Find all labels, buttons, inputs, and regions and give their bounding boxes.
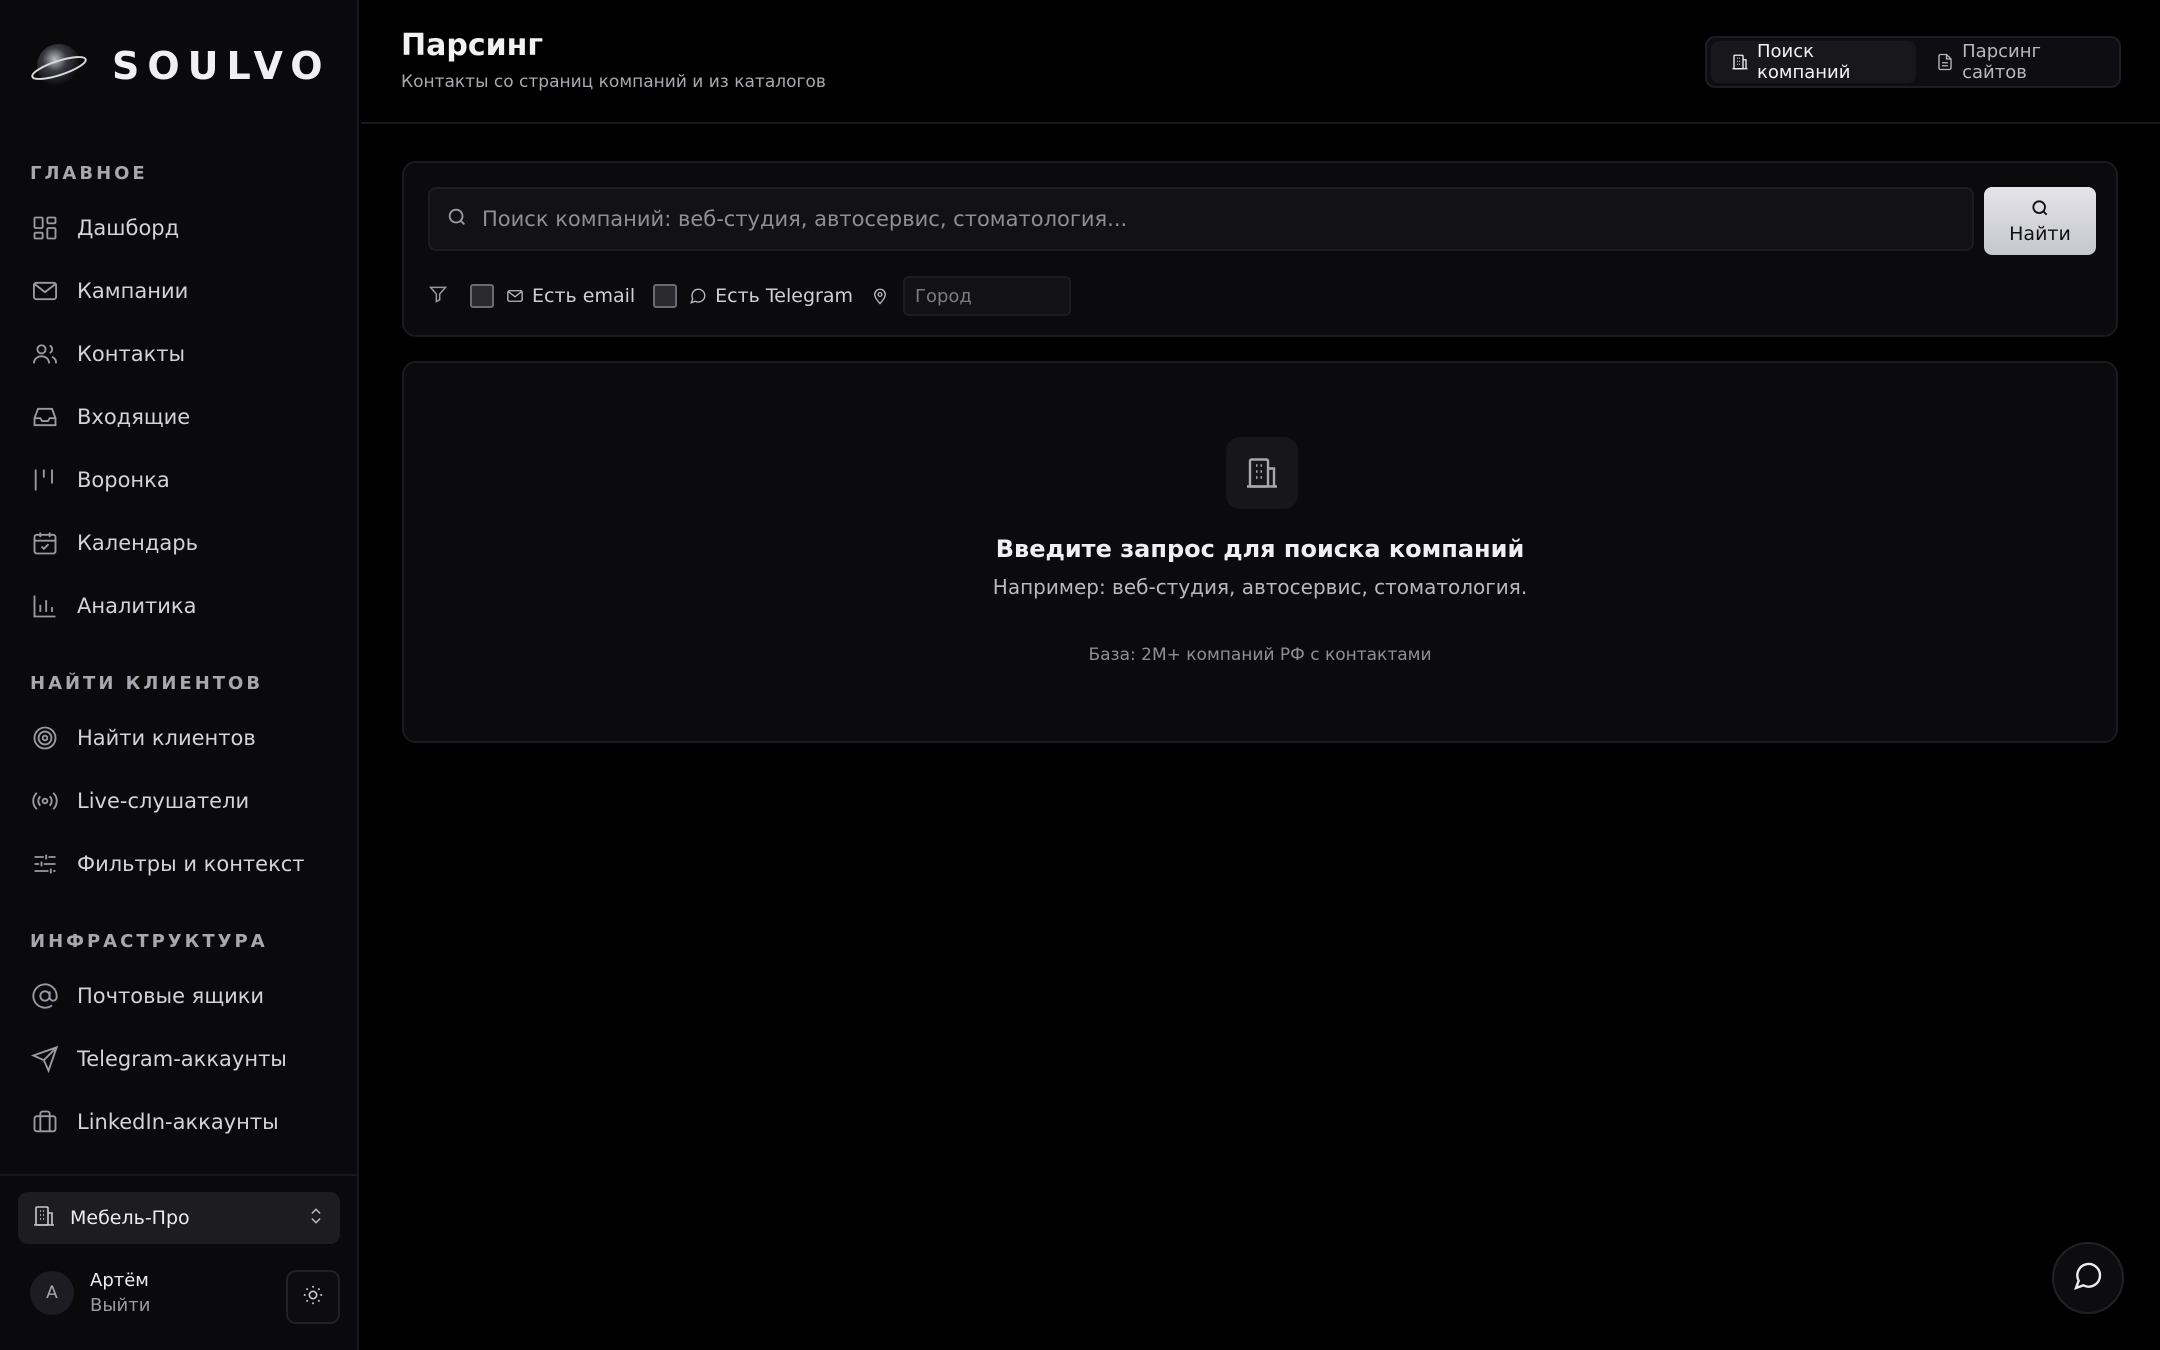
page-header: Парсинг Контакты со страниц компаний и и… [361, 0, 2160, 124]
at-icon [30, 981, 60, 1011]
sidebar-item-funnel[interactable]: Воронка [30, 458, 330, 502]
radio-icon [30, 786, 60, 816]
search-icon [2030, 198, 2050, 223]
building-icon [32, 1204, 56, 1232]
sidebar-item-label: Воронка [77, 468, 170, 492]
company-search-input[interactable] [482, 207, 1932, 231]
workspace-name: Мебель-Про [70, 1207, 190, 1229]
sidebar-item-label: Входящие [77, 405, 191, 429]
sidebar-item-find-clients[interactable]: Найти клиентов [30, 716, 330, 760]
sidebar-item-label: Telegram-аккаунты [77, 1047, 287, 1071]
logo[interactable]: SOULVO [30, 36, 331, 96]
sidebar-item-inbox[interactable]: Входящие [30, 395, 330, 439]
sidebar-item-linkedin-accounts[interactable]: LinkedIn-аккаунты [30, 1100, 330, 1144]
sidebar: SOULVO ГЛАВНОЕ Дашборд Кампании Контакты… [0, 0, 359, 1350]
funnel-icon [30, 465, 60, 495]
sidebar-item-label: Дашборд [77, 216, 180, 240]
sidebar-item-label: Почтовые ящики [77, 984, 265, 1008]
section-title-infrastructure: ИНФРАСТРУКТУРА [30, 931, 268, 952]
tab-label: Поиск компаний [1757, 41, 1851, 83]
sidebar-item-label: Фильтры и контекст [77, 852, 305, 876]
tab-site-parsing[interactable]: Парсинг сайтов [1916, 41, 2115, 83]
theme-toggle-button[interactable] [286, 1270, 340, 1324]
mode-tabs: Поиск компаний Парсинг сайтов [1705, 36, 2121, 88]
mail-icon [506, 287, 524, 305]
map-pin-icon [871, 287, 889, 305]
empty-state-title: Введите запрос для поиска компаний [995, 535, 1525, 563]
sidebar-item-mailboxes[interactable]: Почтовые ящики [30, 974, 330, 1018]
empty-state-note: База: 2M+ компаний РФ с контактами [1088, 645, 1432, 665]
chat-bubble-icon [689, 287, 707, 305]
sidebar-item-label: LinkedIn-аккаунты [77, 1110, 279, 1134]
search-filters: Есть email Есть Telegram [428, 276, 1071, 316]
sidebar-item-telegram-accounts[interactable]: Telegram-аккаунты [30, 1037, 330, 1081]
search-panel: Найти Есть email Есть Telegram [402, 161, 2118, 337]
sidebar-item-dashboard[interactable]: Дашборд [30, 206, 330, 250]
sun-icon [302, 1284, 324, 1310]
chart-icon [30, 591, 60, 621]
filter-icon [428, 284, 448, 308]
sidebar-item-label: Кампании [77, 279, 189, 303]
city-input[interactable] [902, 276, 1071, 316]
section-title-find-clients: НАЙТИ КЛИЕНТОВ [30, 673, 264, 694]
sidebar-item-analytics[interactable]: Аналитика [30, 584, 330, 628]
sidebar-item-calendar[interactable]: Календарь [30, 521, 330, 565]
users-icon [30, 339, 60, 369]
search-icon [446, 206, 468, 232]
sidebar-item-label: Найти клиентов [77, 726, 256, 750]
avatar[interactable]: А [30, 1271, 74, 1315]
inbox-icon [30, 402, 60, 432]
search-box [428, 187, 1974, 251]
chat-bubble-icon [2072, 1260, 2104, 1296]
logout-link[interactable]: Выйти [90, 1295, 150, 1316]
building-icon [1226, 437, 1298, 509]
chevron-updown-icon [306, 1206, 326, 1230]
send-icon [30, 1044, 60, 1074]
user-name: Артём [90, 1270, 149, 1291]
mail-icon [30, 276, 60, 306]
find-button-label: Найти [2009, 222, 2071, 245]
dashboard-icon [30, 213, 60, 243]
sliders-icon [30, 849, 60, 879]
has-email-label: Есть email [532, 285, 636, 307]
brand-name: SOULVO [112, 44, 331, 88]
file-icon [1936, 53, 1954, 71]
sidebar-item-label: Live-слушатели [77, 789, 250, 813]
has-telegram-checkbox[interactable] [653, 284, 678, 308]
section-title-main: ГЛАВНОЕ [30, 163, 148, 184]
has-email-checkbox[interactable] [470, 284, 494, 308]
tab-label: Парсинг сайтов [1962, 41, 2041, 83]
tab-company-search[interactable]: Поиск компаний [1711, 41, 1917, 83]
sidebar-item-filters[interactable]: Фильтры и контекст [30, 842, 330, 886]
sidebar-item-label: Контакты [77, 342, 186, 366]
target-icon [30, 723, 60, 753]
sidebar-footer: Мебель-Про А Артём Выйти [0, 1174, 357, 1350]
page-title: Парсинг [401, 28, 544, 63]
has-telegram-label: Есть Telegram [715, 285, 853, 307]
workspace-switcher[interactable]: Мебель-Про [18, 1192, 340, 1244]
empty-state-subtitle: Например: веб-студия, автосервис, стомат… [992, 575, 1528, 599]
sidebar-item-label: Календарь [77, 531, 198, 555]
sidebar-item-campaigns[interactable]: Кампании [30, 269, 330, 313]
page-subtitle: Контакты со страниц компаний и из катало… [401, 72, 826, 92]
calendar-icon [30, 528, 60, 558]
user-profile: А Артём Выйти [30, 1270, 150, 1316]
sidebar-item-contacts[interactable]: Контакты [30, 332, 330, 376]
planet-logo-icon [30, 37, 88, 95]
briefcase-icon [30, 1107, 60, 1137]
building-icon [1731, 53, 1749, 71]
sidebar-item-label: Аналитика [77, 594, 197, 618]
find-button[interactable]: Найти [1984, 187, 2096, 255]
empty-state: Введите запрос для поиска компаний Напри… [402, 361, 2118, 743]
chat-button[interactable] [2052, 1242, 2124, 1314]
sidebar-item-live-listeners[interactable]: Live-слушатели [30, 779, 330, 823]
